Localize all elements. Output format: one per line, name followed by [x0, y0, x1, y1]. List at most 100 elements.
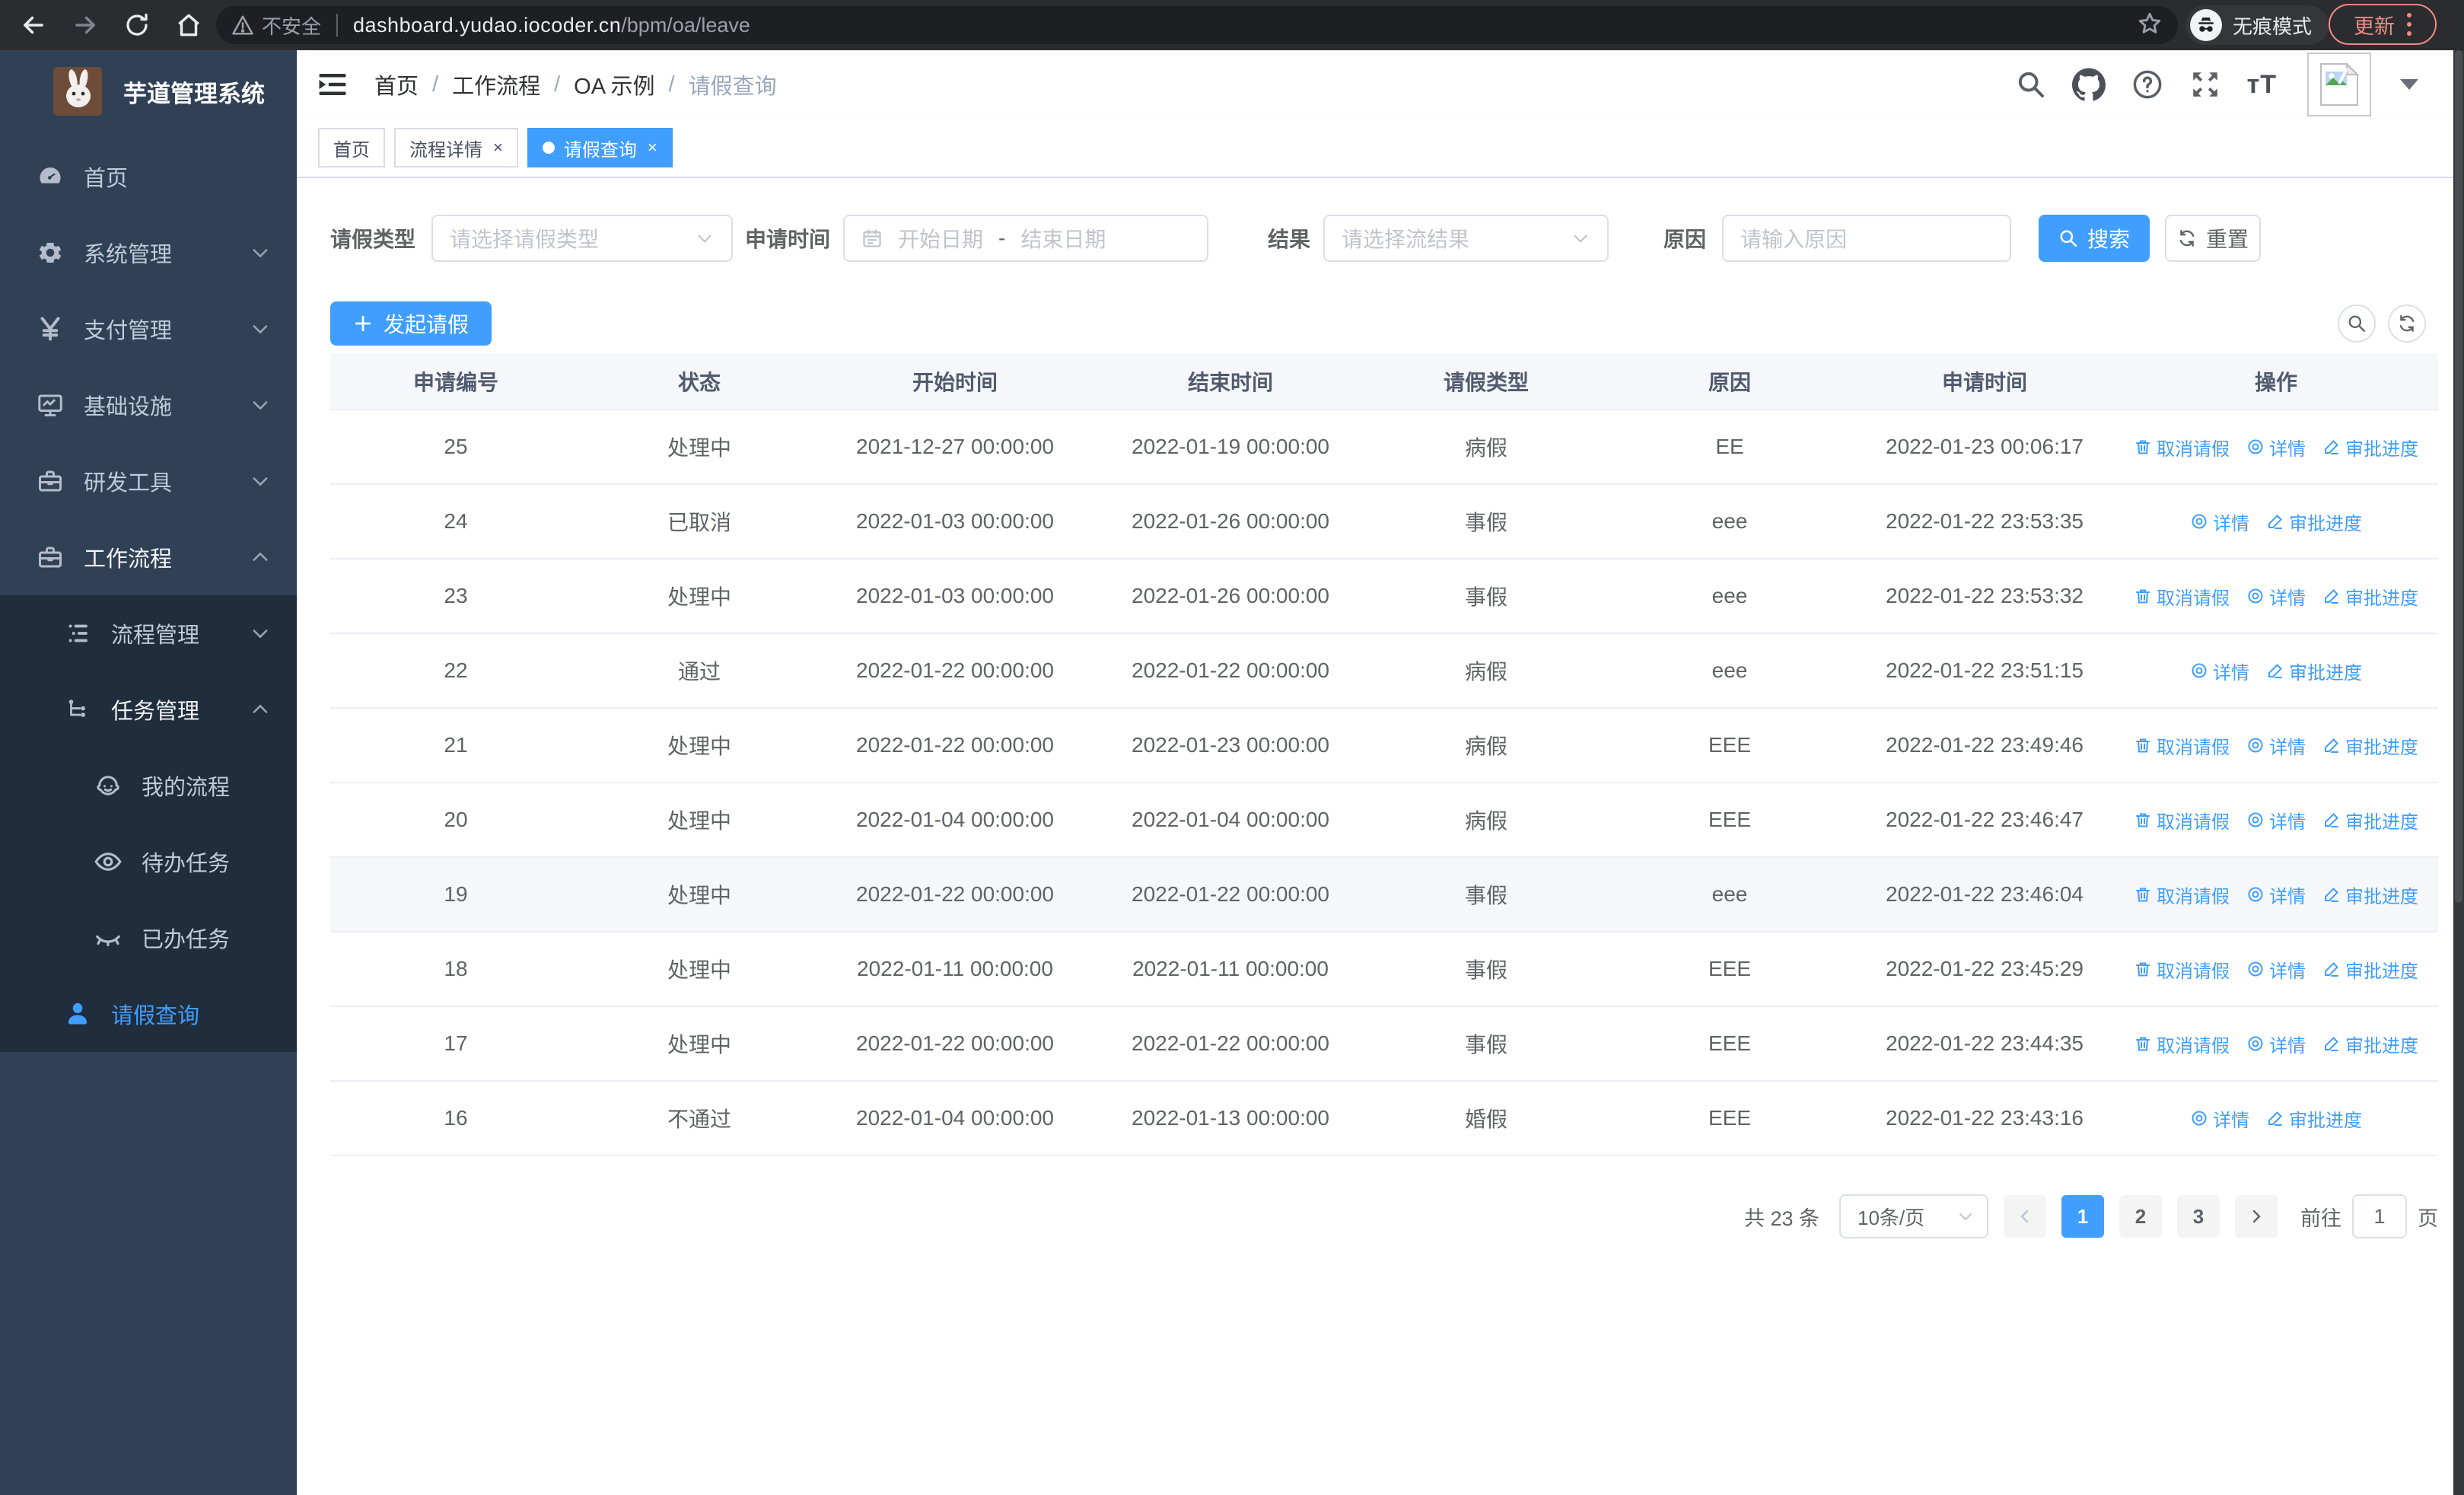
security-label[interactable]: 不安全 — [262, 11, 321, 40]
breadcrumb-item[interactable]: 工作流程 — [452, 69, 540, 100]
chevron-down-icon — [250, 318, 271, 339]
approval-progress-link[interactable]: 审批进度 — [2322, 583, 2418, 610]
approval-progress-link[interactable]: 审批进度 — [2322, 956, 2418, 983]
sidebar-item-工作流程[interactable]: 工作流程 — [0, 519, 297, 595]
detail-link[interactable]: 详情 — [2246, 583, 2306, 610]
cancel-leave-link[interactable]: 取消请假 — [2134, 583, 2230, 610]
leave-type-select[interactable]: 请选择请假类型 — [431, 215, 734, 262]
table-row[interactable]: 22 通过 2022-01-22 00:00:00 2022-01-22 00:00:… — [330, 633, 2438, 709]
table-row[interactable]: 17 处理中 2022-01-22 00:00:00 2022-01-22 00:00… — [330, 1006, 2438, 1082]
approval-progress-link[interactable]: 审批进度 — [2266, 1105, 2362, 1132]
browser-reload-icon[interactable] — [120, 8, 154, 42]
sidebar-item-系统管理[interactable]: 系统管理 — [0, 215, 297, 291]
close-tab-icon[interactable]: × — [493, 139, 503, 156]
approval-progress-link[interactable]: 审批进度 — [2322, 732, 2418, 759]
reason-input[interactable]: 请输入原因 — [1722, 215, 2012, 262]
header-search-icon[interactable] — [2016, 69, 2046, 100]
cancel-leave-link[interactable]: 取消请假 — [2134, 881, 2230, 908]
detail-link[interactable]: 详情 — [2246, 434, 2306, 461]
page-size-select[interactable]: 10条/页 — [1839, 1194, 1988, 1238]
font-size-icon[interactable]: ᴛT — [2247, 70, 2277, 100]
approval-progress-link[interactable]: 审批进度 — [2266, 658, 2362, 684]
sidebar-item-流程管理[interactable]: 流程管理 — [0, 595, 297, 671]
detail-link[interactable]: 详情 — [2246, 732, 2306, 759]
search-button[interactable]: 搜索 — [2039, 215, 2150, 262]
user-avatar-broken-image[interactable] — [2307, 53, 2371, 116]
table-row[interactable]: 16 不通过 2022-01-04 00:00:00 2022-01-13 00:00… — [330, 1081, 2438, 1156]
jump-page-input[interactable]: 1 — [2352, 1194, 2407, 1238]
detail-link[interactable]: 详情 — [2190, 1105, 2249, 1132]
end-date-placeholder[interactable]: 结束日期 — [1020, 223, 1106, 253]
table-row[interactable]: 20 处理中 2022-01-04 00:00:00 2022-01-04 00:00… — [330, 783, 2438, 858]
detail-link[interactable]: 详情 — [2190, 508, 2249, 535]
app-logo[interactable]: 芋道管理系统 — [0, 50, 297, 132]
detail-link[interactable]: 详情 — [2246, 1031, 2306, 1057]
cancel-leave-link[interactable]: 取消请假 — [2134, 732, 2230, 759]
avatar-caret-icon[interactable] — [2400, 79, 2418, 90]
sidebar-item-研发工具[interactable]: 研发工具 — [0, 443, 297, 519]
detail-link[interactable]: 详情 — [2246, 807, 2306, 834]
bookmark-star-icon[interactable] — [2137, 11, 2163, 40]
detail-link[interactable]: 详情 — [2190, 658, 2249, 684]
sidebar-item-任务管理[interactable]: 任务管理 — [0, 671, 297, 748]
browser-scrollbar[interactable] — [2453, 50, 2464, 1495]
result-select[interactable]: 请选择流结果 — [1323, 215, 1609, 262]
sidebar-item-已办任务[interactable]: 已办任务 — [0, 900, 297, 976]
sidebar-item-基础设施[interactable]: 基础设施 — [0, 367, 297, 443]
url-domain[interactable]: dashboard.yudao.iocoder.cn — [353, 14, 621, 37]
close-tab-icon[interactable]: × — [648, 139, 657, 156]
approval-progress-link[interactable]: 审批进度 — [2322, 434, 2418, 461]
breadcrumb-item[interactable]: 首页 — [374, 69, 419, 100]
sidebar-item-请假查询[interactable]: 请假查询 — [0, 976, 297, 1052]
approval-progress-link[interactable]: 审批进度 — [2322, 1031, 2418, 1057]
table-row[interactable]: 25 处理中 2021-12-27 00:00:00 2022-01-19 00:00… — [330, 410, 2438, 485]
tab-流程详情[interactable]: 流程详情 × — [394, 128, 518, 167]
cancel-leave-link[interactable]: 取消请假 — [2134, 956, 2230, 983]
help-icon[interactable] — [2131, 69, 2163, 100]
prev-page-button[interactable] — [2004, 1195, 2046, 1238]
create-leave-button[interactable]: 发起请假 — [330, 301, 492, 346]
browser-update-button[interactable]: 更新 — [2329, 4, 2437, 45]
tab-首页[interactable]: 首页 — [318, 128, 385, 167]
detail-link[interactable]: 详情 — [2246, 881, 2306, 908]
tab-请假查询[interactable]: 请假查询 × — [527, 128, 673, 167]
next-page-button[interactable] — [2235, 1195, 2278, 1238]
sidebar-item-我的流程[interactable]: 我的流程 — [0, 748, 297, 824]
sidebar-item-支付管理[interactable]: 支付管理 — [0, 291, 297, 367]
cancel-leave-link[interactable]: 取消请假 — [2134, 807, 2230, 834]
detail-link[interactable]: 详情 — [2246, 956, 2306, 983]
sidebar-fold-icon[interactable] — [317, 69, 349, 100]
reset-button[interactable]: 重置 — [2165, 215, 2262, 262]
github-icon[interactable] — [2071, 68, 2106, 101]
toggle-search-button[interactable] — [2338, 304, 2376, 343]
approval-progress-link[interactable]: 审批进度 — [2266, 508, 2362, 535]
page-button-2[interactable]: 2 — [2119, 1195, 2162, 1238]
fullscreen-icon[interactable] — [2189, 69, 2221, 100]
table-row[interactable]: 21 处理中 2022-01-22 00:00:00 2022-01-23 00:00… — [330, 708, 2438, 783]
cell-start: 2021-12-27 00:00:00 — [817, 410, 1093, 485]
sidebar-item-待办任务[interactable]: 待办任务 — [0, 824, 297, 900]
browser-menu-icon[interactable] — [2407, 13, 2411, 36]
url-path[interactable]: /bpm/oa/leave — [621, 14, 750, 37]
cancel-leave-link[interactable]: 取消请假 — [2134, 434, 2230, 461]
page-button-1[interactable]: 1 — [2061, 1195, 2104, 1238]
page-button-3[interactable]: 3 — [2177, 1195, 2220, 1238]
update-label[interactable]: 更新 — [2354, 10, 2395, 40]
start-date-placeholder[interactable]: 开始日期 — [898, 223, 983, 253]
browser-home-icon[interactable] — [172, 8, 205, 42]
table-row[interactable]: 23 处理中 2022-01-03 00:00:00 2022-01-26 00:00… — [330, 559, 2438, 634]
cell-status: 处理中 — [581, 783, 817, 858]
breadcrumb-item[interactable]: OA 示例 — [574, 69, 654, 100]
browser-forward-icon[interactable] — [68, 8, 102, 42]
table-row[interactable]: 18 处理中 2022-01-11 00:00:00 2022-01-11 00:00… — [330, 932, 2438, 1007]
approval-progress-link[interactable]: 审批进度 — [2322, 807, 2418, 834]
browser-back-icon[interactable] — [17, 8, 50, 42]
cancel-leave-link[interactable]: 取消请假 — [2134, 1031, 2230, 1057]
address-bar[interactable]: 不安全 dashboard.yudao.iocoder.cn/bpm/oa/le… — [216, 6, 2178, 44]
table-row[interactable]: 24 已取消 2022-01-03 00:00:00 2022-01-26 00:00… — [330, 484, 2438, 559]
approval-progress-link[interactable]: 审批进度 — [2322, 881, 2418, 908]
apply-time-range-picker[interactable]: 开始日期 - 结束日期 — [843, 215, 1209, 262]
refresh-table-button[interactable] — [2388, 304, 2426, 343]
sidebar-item-首页[interactable]: 首页 — [0, 139, 297, 215]
table-row[interactable]: 19 处理中 2022-01-22 00:00:00 2022-01-22 00:00… — [330, 857, 2438, 932]
